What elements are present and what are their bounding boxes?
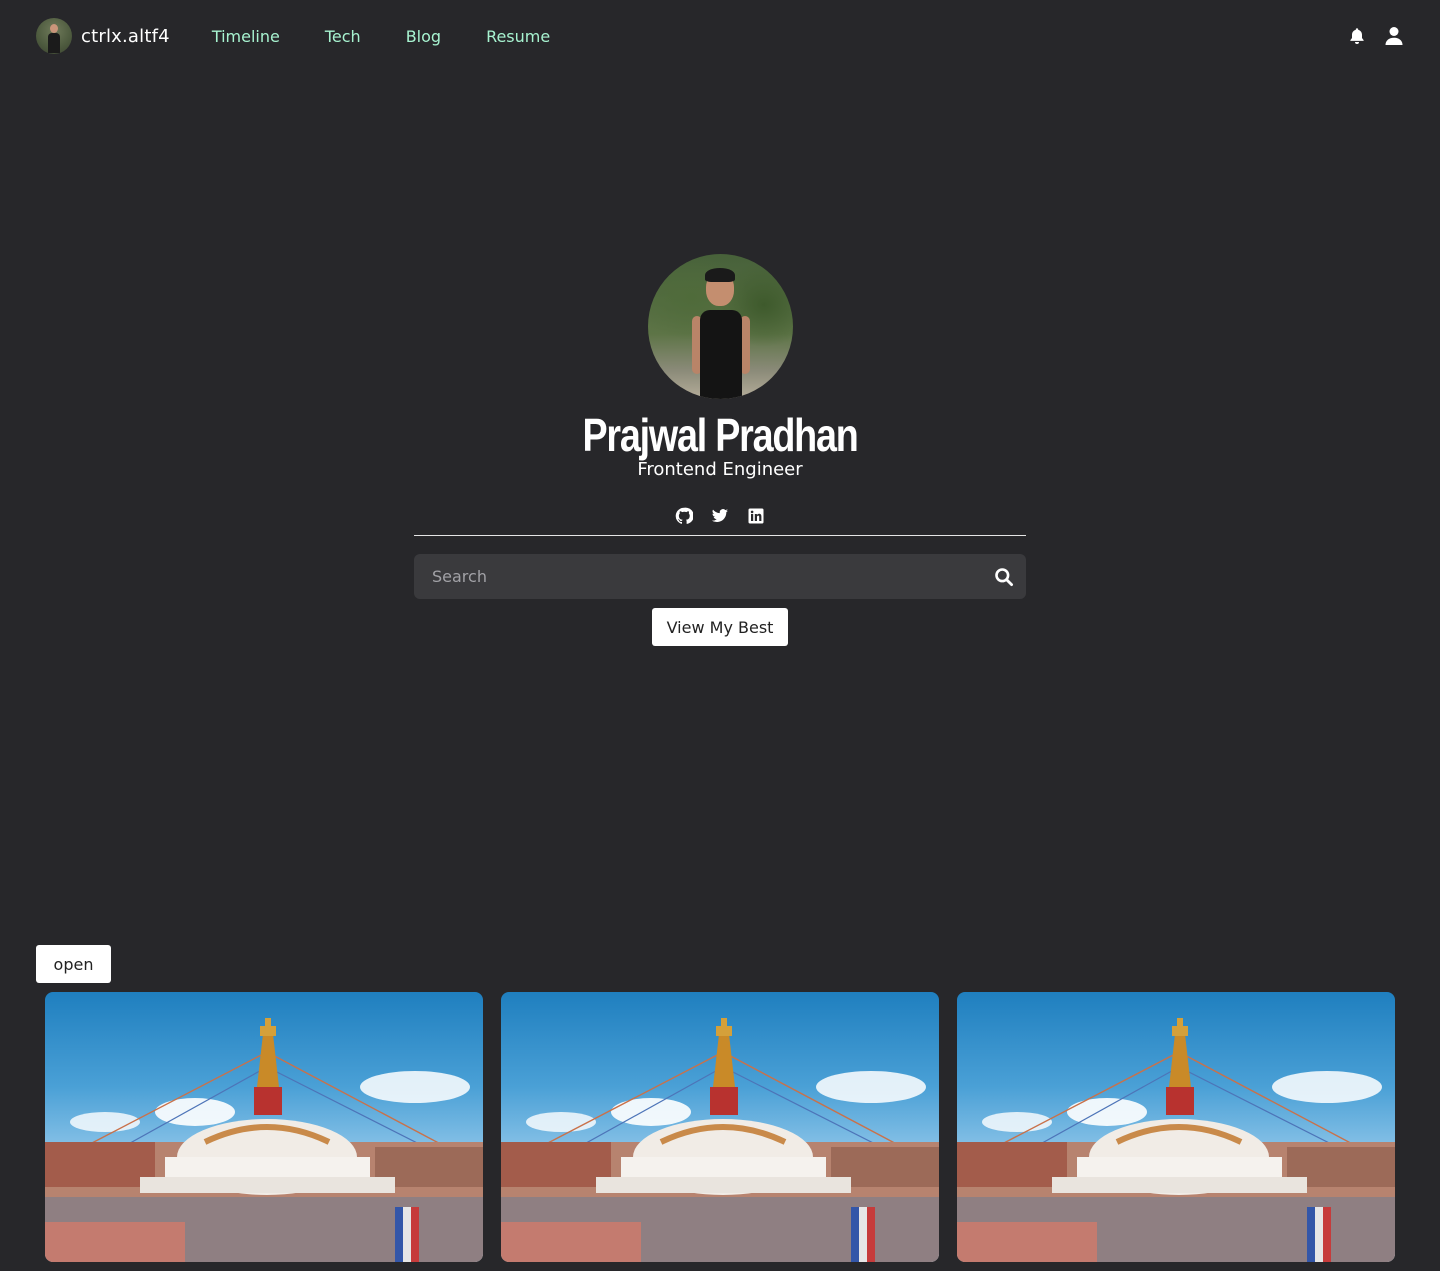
linkedin-icon[interactable] [747, 507, 765, 525]
hero-divider [414, 535, 1026, 536]
nav-link-tech[interactable]: Tech [325, 27, 361, 46]
profile-photo [648, 254, 793, 399]
gallery-card[interactable] [957, 992, 1395, 1262]
gallery-image [957, 1018, 1395, 1262]
search-bar [414, 554, 1026, 599]
twitter-icon[interactable] [711, 507, 729, 525]
gallery-card[interactable] [45, 992, 483, 1262]
nav-link-timeline[interactable]: Timeline [212, 27, 280, 46]
gallery-image [45, 1018, 483, 1262]
open-button[interactable]: open [36, 945, 111, 983]
nav-actions [1348, 26, 1404, 46]
view-my-best-button[interactable]: View My Best [652, 608, 788, 646]
user-icon[interactable] [1384, 26, 1404, 46]
bell-icon[interactable] [1348, 27, 1366, 45]
brand-name[interactable]: ctrlx.altf4 [81, 26, 170, 47]
brand-avatar [36, 18, 72, 54]
github-icon[interactable] [675, 507, 694, 525]
brand[interactable]: ctrlx.altf4 [36, 18, 170, 54]
search-icon[interactable] [994, 567, 1014, 587]
nav-links: Timeline Tech Blog Resume [212, 27, 595, 46]
search-input[interactable] [414, 554, 974, 599]
profile-role: Frontend Engineer [637, 459, 803, 480]
social-links [670, 507, 770, 527]
profile-name: Prajwal Pradhan [582, 409, 858, 461]
nav-link-blog[interactable]: Blog [406, 27, 441, 46]
gallery-image [501, 1018, 939, 1262]
nav-link-resume[interactable]: Resume [486, 27, 550, 46]
top-navbar: ctrlx.altf4 Timeline Tech Blog Resume [0, 0, 1440, 72]
gallery-card[interactable] [501, 992, 939, 1262]
